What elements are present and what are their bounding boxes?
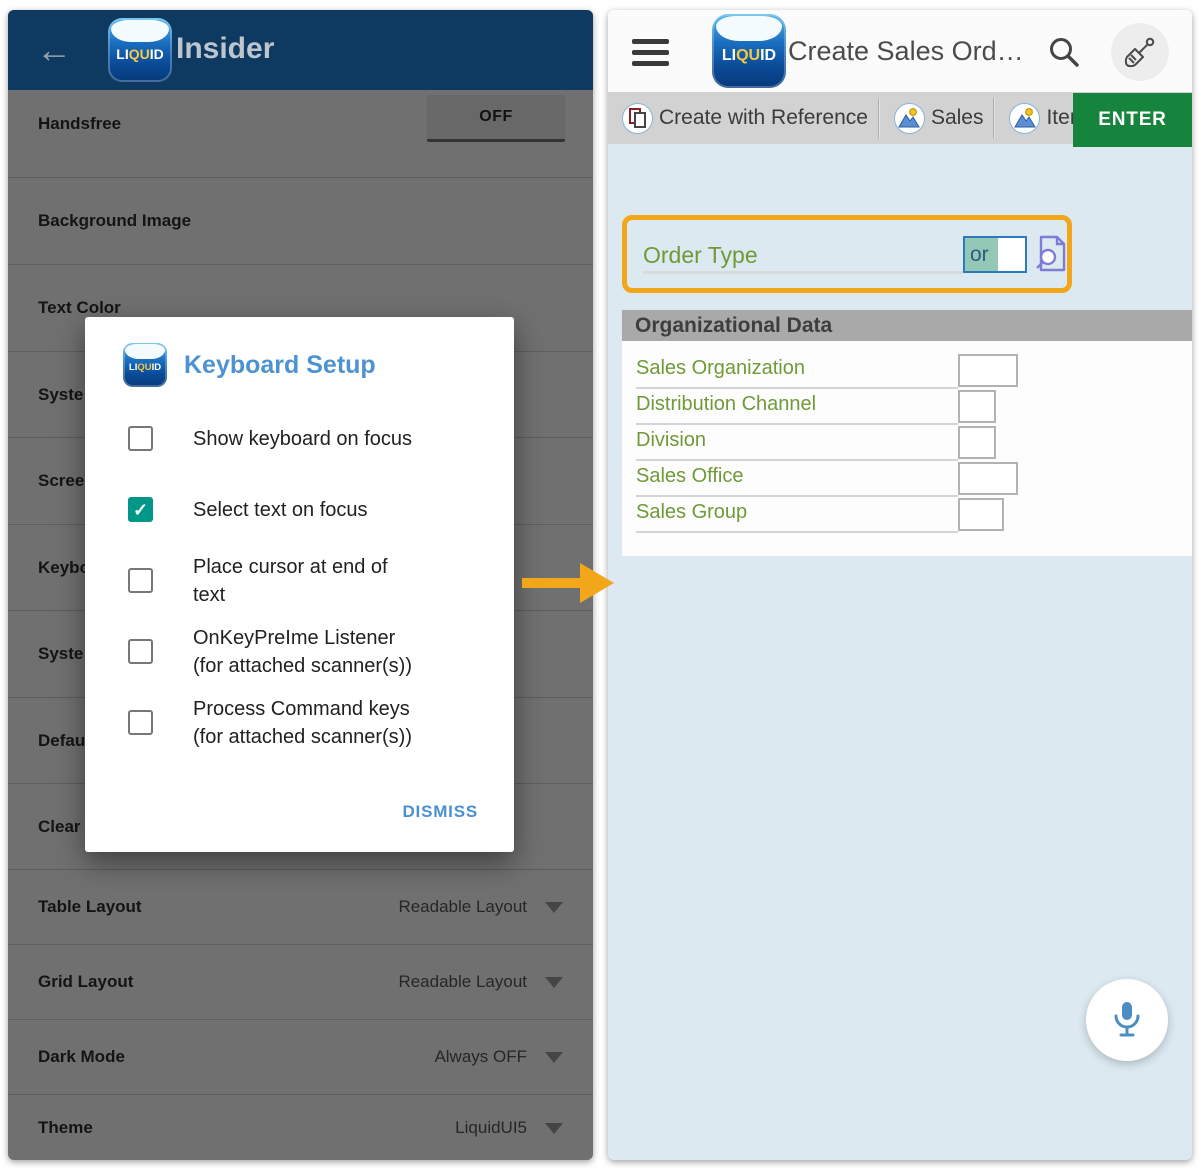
organizational-data-header: Organizational Data [622, 310, 1192, 341]
option-select-text-on-focus[interactable]: ✓ Select text on focus [85, 474, 514, 545]
search-icon[interactable] [1048, 36, 1080, 68]
toolbar: Create with Reference Sales [608, 92, 1192, 144]
sales-organization-input[interactable] [958, 354, 1018, 387]
sales-office-input[interactable] [958, 462, 1018, 495]
option-show-keyboard-on-focus[interactable]: ✓ Show keyboard on focus [85, 403, 514, 474]
checkbox[interactable]: ✓ [128, 426, 153, 451]
checkbox[interactable]: ✓ [128, 639, 153, 664]
division-input[interactable] [958, 426, 996, 459]
microphone-icon [1109, 1000, 1145, 1040]
flow-arrow-annotation [518, 560, 618, 606]
dialog-options: ✓ Show keyboard on focus ✓ Select text o… [85, 403, 514, 758]
sales-button[interactable]: Sales [880, 92, 994, 144]
brush-button[interactable] [1111, 23, 1169, 81]
selected-text: or [965, 238, 998, 271]
left-app-title: Insider [176, 32, 274, 66]
liquid-logo: LIQUID [712, 14, 786, 88]
right-app-header: LIQUID Create Sales Ord… [608, 10, 1192, 92]
liquid-logo: LIQUID [108, 18, 172, 82]
dropdown-arrow-icon[interactable] [545, 1123, 563, 1134]
picture-icon [894, 103, 925, 134]
field-row-sales-organization: Sales Organization [622, 353, 1192, 389]
setting-row-dark-mode[interactable]: Dark Mode Always OFF [8, 1020, 593, 1095]
page-title: Create Sales Ord… [788, 36, 1024, 67]
setting-row-theme[interactable]: Theme LiquidUI5 [8, 1095, 593, 1160]
option-process-command-keys[interactable]: ✓ Process Command keys (for attached sca… [85, 687, 514, 758]
field-row-distribution-channel: Distribution Channel [622, 389, 1192, 425]
dismiss-button[interactable]: DISMISS [402, 802, 478, 822]
distribution-channel-input[interactable] [958, 390, 996, 423]
picture-icon [1009, 103, 1040, 134]
field-underline [643, 271, 963, 274]
theme-value[interactable]: LiquidUI5 [455, 1118, 527, 1138]
checkbox[interactable]: ✓ [128, 568, 153, 593]
setting-row-grid-layout[interactable]: Grid Layout Readable Layout [8, 945, 593, 1020]
field-row-division: Division [622, 425, 1192, 461]
grid-layout-value[interactable]: Readable Layout [398, 972, 527, 992]
setting-row-background-image[interactable]: Background Image [8, 178, 593, 265]
handsfree-off-button[interactable]: OFF [427, 95, 565, 142]
dialog-header: LIQUID Keyboard Setup [123, 343, 376, 387]
option-place-cursor-at-end[interactable]: ✓ Place cursor at end of text [85, 545, 514, 616]
microphone-button[interactable] [1086, 979, 1168, 1061]
dark-mode-value[interactable]: Always OFF [434, 1047, 527, 1067]
copy-pages-icon [622, 103, 653, 134]
screenshot-stage: ← LIQUID Insider Handsfree OFF Backgroun… [0, 0, 1200, 1168]
organizational-data-panel: Sales Organization Distribution Channel … [622, 341, 1192, 556]
value-help-search-icon[interactable] [1033, 235, 1067, 273]
option-onkeypreime-listener[interactable]: ✓ OnKeyPreIme Listener (for attached sca… [85, 616, 514, 687]
left-app-header: ← LIQUID Insider [8, 10, 593, 90]
field-row-sales-office: Sales Office [622, 461, 1192, 497]
dropdown-arrow-icon[interactable] [545, 977, 563, 988]
table-layout-value[interactable]: Readable Layout [398, 897, 527, 917]
checkbox[interactable]: ✓ [128, 710, 153, 735]
keyboard-setup-dialog: LIQUID Keyboard Setup ✓ Show keyboard on… [85, 317, 514, 852]
enter-button[interactable]: ENTER [1073, 93, 1192, 147]
order-type-input[interactable]: or [963, 236, 1027, 273]
create-sales-order-screen: LIQUID Create Sales Ord… [608, 10, 1192, 1160]
back-arrow-icon[interactable]: ← [36, 32, 72, 68]
highlight-box-annotation: Order Type or [622, 215, 1072, 293]
brush-icon [1123, 35, 1157, 69]
checkbox[interactable]: ✓ [128, 497, 153, 522]
menu-icon[interactable] [632, 39, 669, 66]
setting-row-table-layout[interactable]: Table Layout Readable Layout [8, 870, 593, 945]
create-with-reference-button[interactable]: Create with Reference [608, 92, 878, 144]
dropdown-arrow-icon[interactable] [545, 1052, 563, 1063]
setting-row-handsfree[interactable]: Handsfree OFF [8, 90, 593, 178]
liquid-logo: LIQUID [123, 343, 167, 387]
field-row-sales-group: Sales Group [622, 497, 1192, 533]
sales-group-input[interactable] [958, 498, 1004, 531]
dialog-title: Keyboard Setup [184, 351, 376, 380]
dropdown-arrow-icon[interactable] [545, 902, 563, 913]
order-type-label: Order Type [643, 242, 758, 269]
